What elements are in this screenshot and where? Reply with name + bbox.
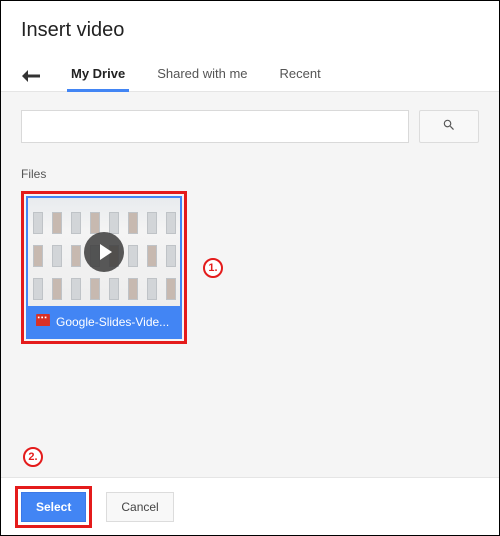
annotation-frame-1: Google-Slides-Vide...	[21, 191, 187, 344]
tab-recent[interactable]: Recent	[278, 60, 323, 91]
callout-1: 1.	[203, 258, 223, 278]
insert-video-dialog: Insert video My Drive Shared with me Rec…	[0, 0, 500, 536]
annotation-frame-2: Select	[15, 486, 92, 528]
search-button[interactable]	[419, 110, 479, 143]
search-input[interactable]	[21, 110, 409, 143]
cancel-button[interactable]: Cancel	[106, 492, 173, 522]
content-area: Files Go	[1, 92, 499, 490]
select-button[interactable]: Select	[21, 492, 86, 522]
dialog-header: Insert video	[1, 1, 499, 50]
tab-my-drive[interactable]: My Drive	[69, 60, 127, 91]
back-icon[interactable]	[21, 66, 41, 86]
file-tile[interactable]: Google-Slides-Vide...	[26, 196, 182, 339]
search-icon	[442, 118, 456, 135]
callout-2: 2.	[23, 447, 43, 467]
file-row: Google-Slides-Vide... 1.	[21, 191, 479, 344]
tabs-row: My Drive Shared with me Recent	[1, 50, 499, 91]
files-section-label: Files	[21, 167, 479, 181]
callout-2-wrap: 2.	[23, 447, 43, 467]
play-icon	[84, 232, 124, 272]
dialog-title: Insert video	[21, 19, 479, 42]
file-caption: Google-Slides-Vide...	[28, 306, 180, 337]
video-file-icon	[36, 314, 50, 329]
dialog-footer: Select Cancel	[1, 477, 499, 535]
file-name: Google-Slides-Vide...	[56, 315, 169, 329]
tab-shared-with-me[interactable]: Shared with me	[155, 60, 249, 91]
video-thumbnail	[28, 198, 180, 306]
search-row	[21, 110, 479, 143]
